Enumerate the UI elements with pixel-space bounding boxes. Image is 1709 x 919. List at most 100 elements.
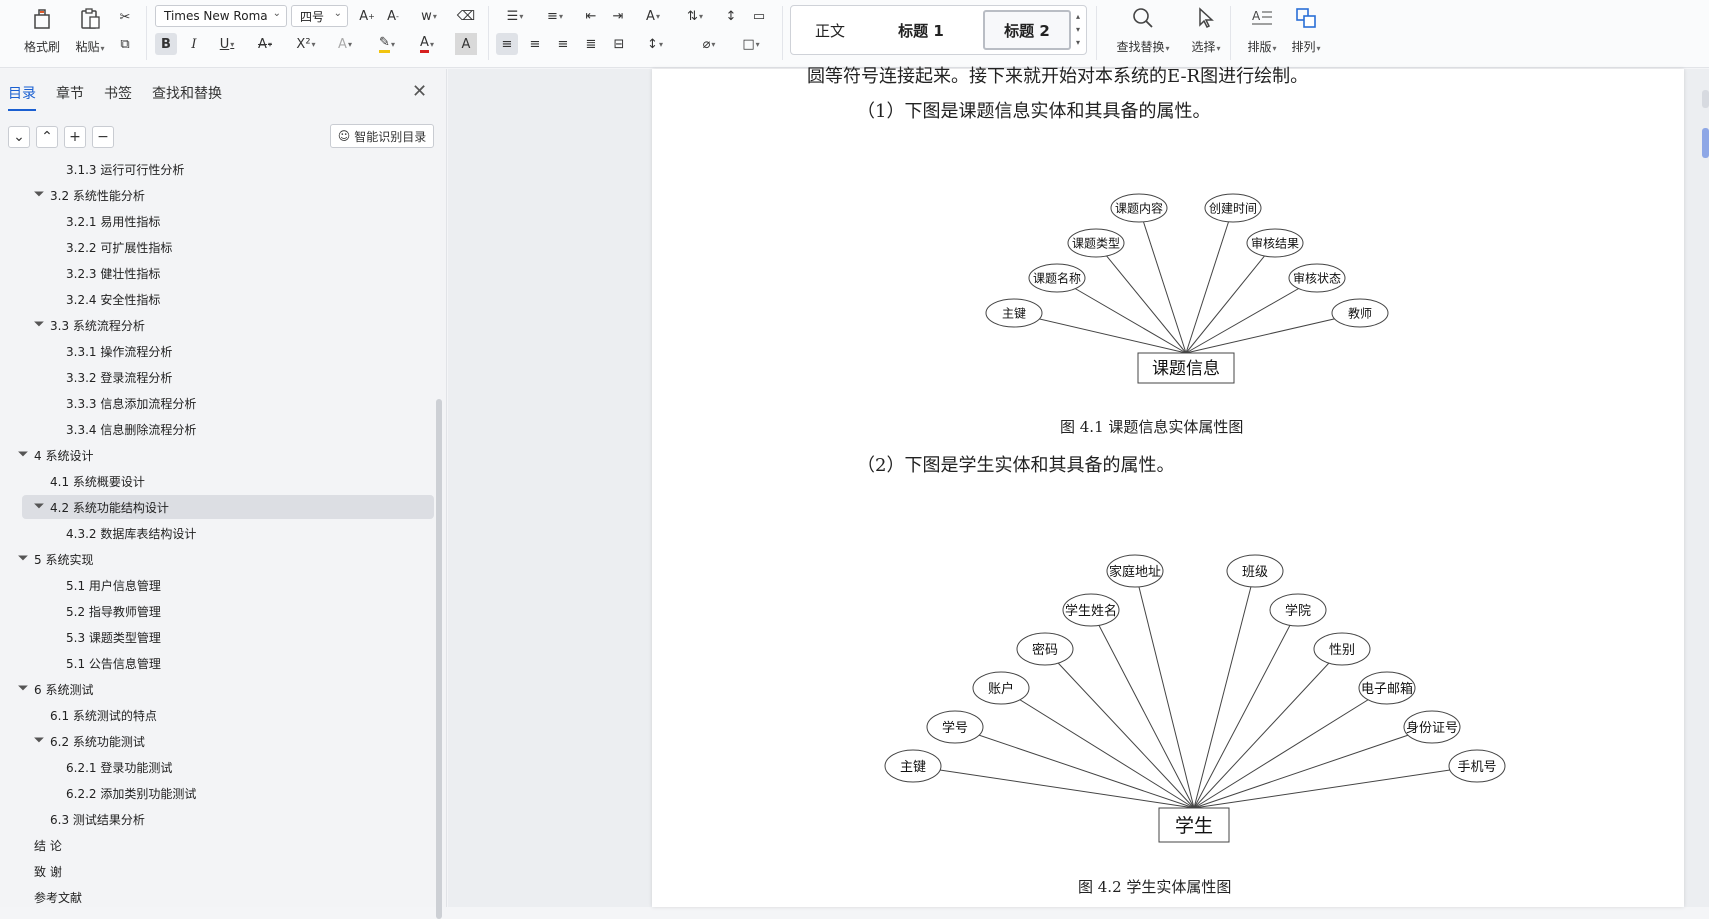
toc-item[interactable]: 6.2.1 登录功能测试 bbox=[50, 755, 172, 779]
text-direction-icon[interactable]: A ▾ bbox=[638, 5, 668, 27]
find-replace-button[interactable]: 查找替换▾ bbox=[1108, 4, 1178, 55]
toc-item[interactable]: ◢ 3.2 系统性能分析 bbox=[33, 183, 145, 207]
expand-triangle-icon[interactable]: ◢ bbox=[33, 732, 51, 750]
bullets-icon[interactable]: ☰ ▾ bbox=[500, 5, 530, 27]
collapse-all-button[interactable]: ⌄ bbox=[8, 126, 30, 148]
cursor-icon bbox=[1192, 4, 1220, 32]
expand-triangle-icon[interactable]: ◢ bbox=[17, 550, 35, 568]
sort-az-icon[interactable]: ↕ bbox=[720, 5, 742, 27]
strikethrough-icon[interactable]: A ▾ bbox=[250, 33, 280, 55]
toc-item[interactable]: 6.1 系统测试的特点 bbox=[34, 703, 157, 727]
show-marks-icon[interactable]: ▭ bbox=[748, 5, 770, 27]
remove-heading-button[interactable]: − bbox=[92, 126, 114, 148]
border-icon[interactable]: □ ▾ bbox=[736, 33, 766, 55]
er-edge bbox=[912, 765, 1195, 809]
underline-icon[interactable]: U ▾ bbox=[212, 33, 242, 55]
select-label: 选择▾ bbox=[1191, 40, 1221, 54]
er-edge bbox=[1044, 648, 1195, 809]
toc-item[interactable]: ◢ 6.2 系统功能测试 bbox=[33, 729, 145, 753]
toc-item[interactable]: ◢ 4 系统设计 bbox=[17, 443, 94, 467]
line-spacing-icon[interactable]: ↕ ▾ bbox=[640, 33, 670, 55]
sort-icon[interactable]: ⇅ ▾ bbox=[680, 5, 710, 27]
er-diagram-student[interactable]: 主键 学号 账户 密码 学生姓名 家庭地址 班级 学院 性别 电子邮箱 身份证号 手机号 学生 bbox=[652, 69, 1684, 863]
tab-chapters[interactable]: 章节 bbox=[56, 83, 84, 111]
justify-icon[interactable]: ≣ bbox=[580, 33, 602, 55]
select-button[interactable]: 选择▾ bbox=[1180, 4, 1232, 55]
eraser-icon[interactable]: ⌫ bbox=[455, 5, 477, 27]
align-left-icon[interactable]: ≡ bbox=[496, 33, 518, 55]
toc-item[interactable]: 4.3.2 数据库表结构设计 bbox=[50, 521, 196, 545]
style-normal[interactable]: 正文 bbox=[799, 10, 861, 50]
copy-icon[interactable]: ⧉ bbox=[114, 33, 136, 55]
italic-icon[interactable]: I bbox=[183, 33, 205, 55]
format-painter-button[interactable]: 格式刷 bbox=[16, 4, 68, 55]
toc-item[interactable]: 6.2.2 添加类别功能测试 bbox=[50, 781, 196, 805]
toc-item[interactable]: 3.3.3 信息添加流程分析 bbox=[50, 391, 196, 415]
toc-item[interactable]: 参考文献 bbox=[18, 885, 82, 909]
smart-toc-button[interactable]: ☺ 智能识别目录 bbox=[330, 124, 434, 148]
superscript-icon[interactable]: X² ▾ bbox=[290, 33, 322, 55]
toc-item-label: 4 系统设计 bbox=[34, 448, 94, 463]
move-up-button[interactable]: ⌃ bbox=[36, 126, 58, 148]
text-effect-icon[interactable]: A ▾ bbox=[330, 33, 360, 55]
toc-item[interactable]: 结 论 bbox=[18, 833, 62, 857]
cut-icon[interactable]: ✂ bbox=[114, 6, 136, 28]
add-heading-button[interactable]: + bbox=[64, 126, 86, 148]
style-heading-1[interactable]: 标题 1 bbox=[871, 10, 971, 50]
distribute-icon[interactable]: ⊟ bbox=[608, 33, 630, 55]
toc-item[interactable]: 致 谢 bbox=[18, 859, 62, 883]
toc-item[interactable]: ◢ 5 系统实现 bbox=[17, 547, 94, 571]
right-side-rail[interactable] bbox=[1700, 90, 1709, 160]
char-shading-icon[interactable]: A bbox=[455, 33, 477, 55]
expand-triangle-icon[interactable]: ◢ bbox=[33, 316, 51, 334]
numbering-icon[interactable]: ≡ ▾ bbox=[540, 5, 570, 27]
tab-toc[interactable]: 目录 bbox=[8, 83, 36, 111]
toc-item[interactable]: 3.2.1 易用性指标 bbox=[50, 209, 160, 233]
font-color-icon[interactable]: A ▾ bbox=[412, 33, 442, 55]
toc-item[interactable]: 6.3 测试结果分析 bbox=[34, 807, 145, 831]
nav-scrollbar[interactable] bbox=[436, 399, 442, 919]
font-size-select[interactable]: 四号 ⌄ bbox=[291, 5, 348, 27]
toc-item[interactable]: 3.3.1 操作流程分析 bbox=[50, 339, 172, 363]
font-name-select[interactable]: Times New Roma ⌄ bbox=[155, 5, 287, 27]
toc-item-label: 3.2 系统性能分析 bbox=[50, 188, 145, 203]
highlight-icon[interactable]: ✎ ▾ bbox=[372, 33, 402, 55]
phonetic-icon[interactable]: w ▾ bbox=[414, 5, 444, 27]
toc-item-label: 3.1.3 运行可行性分析 bbox=[66, 162, 185, 177]
gallery-scroll[interactable]: ▴ ▾ ▾ bbox=[1072, 10, 1084, 49]
shrink-font-icon[interactable]: A- bbox=[382, 5, 404, 27]
toc-item[interactable]: 5.1 用户信息管理 bbox=[50, 573, 161, 597]
increase-indent-icon[interactable]: ⇥ bbox=[607, 5, 629, 27]
toc-item[interactable]: 5.2 指导教师管理 bbox=[50, 599, 161, 623]
align-right-icon[interactable]: ≡ bbox=[552, 33, 574, 55]
close-icon[interactable]: ✕ bbox=[412, 81, 427, 102]
toc-item[interactable]: 3.2.4 安全性指标 bbox=[50, 287, 160, 311]
tab-find-replace[interactable]: 查找和替换 bbox=[152, 83, 222, 111]
toc-item-label: 5.3 课题类型管理 bbox=[66, 630, 161, 645]
grow-font-icon[interactable]: A + bbox=[356, 5, 378, 27]
toc-item[interactable]: 5.3 课题类型管理 bbox=[50, 625, 161, 649]
arrange-button[interactable]: 排列▾ bbox=[1280, 4, 1332, 55]
expand-triangle-icon[interactable]: ◢ bbox=[33, 186, 51, 204]
toc-item[interactable]: ◢ 4.2 系统功能结构设计 bbox=[22, 495, 434, 519]
paste-button[interactable]: 粘贴▾ bbox=[64, 4, 116, 55]
decrease-indent-icon[interactable]: ⇤ bbox=[580, 5, 602, 27]
toc-item[interactable]: 5.1 公告信息管理 bbox=[50, 651, 161, 675]
toc-item[interactable]: 3.2.2 可扩展性指标 bbox=[50, 235, 172, 259]
style-heading-2[interactable]: 标题 2 bbox=[983, 10, 1071, 50]
bold-icon[interactable]: B bbox=[155, 33, 177, 55]
toc-item[interactable]: 3.1.3 运行可行性分析 bbox=[50, 157, 184, 181]
toc-item[interactable]: 3.3.2 登录流程分析 bbox=[50, 365, 172, 389]
center-icon[interactable]: ≡ bbox=[524, 33, 546, 55]
toc-item[interactable]: ◢ 6 系统测试 bbox=[17, 677, 94, 701]
tab-bookmarks[interactable]: 书签 bbox=[104, 83, 132, 111]
expand-triangle-icon[interactable]: ◢ bbox=[17, 446, 35, 464]
toc-item[interactable]: 4.1 系统概要设计 bbox=[34, 469, 145, 493]
expand-triangle-icon[interactable]: ◢ bbox=[33, 498, 51, 516]
toc-item[interactable]: ◢ 3.3 系统流程分析 bbox=[33, 313, 145, 337]
toc-item[interactable]: 3.2.3 健壮性指标 bbox=[50, 261, 160, 285]
shading-icon[interactable]: ⌀ ▾ bbox=[694, 33, 724, 55]
toc-item[interactable]: 3.3.4 信息删除流程分析 bbox=[50, 417, 196, 441]
expand-triangle-icon[interactable]: ◢ bbox=[17, 680, 35, 698]
document-page[interactable]: 圆等符号连接起来。接下来就开始对本系统的E-R图进行绘制。 （1）下图是课题信息… bbox=[652, 66, 1684, 907]
